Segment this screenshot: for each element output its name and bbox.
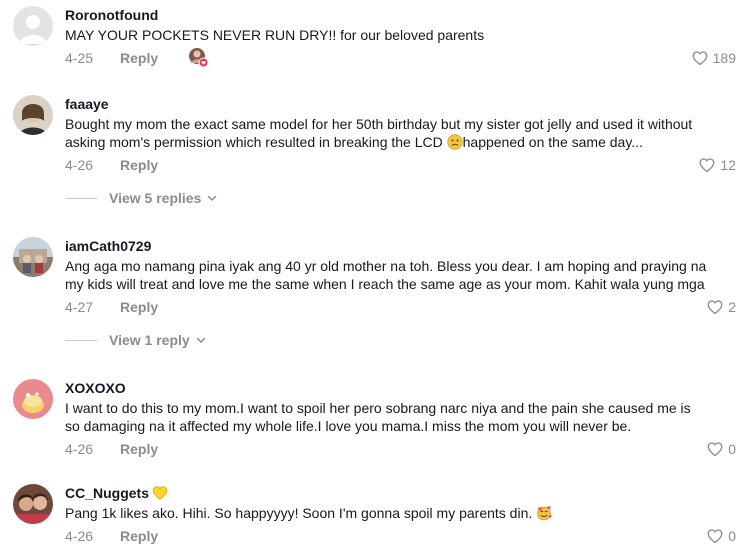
like-count: 2 — [728, 299, 736, 315]
like-count: 0 — [728, 528, 736, 544]
comment-text-segment: asking mom's permission which resulted i… — [65, 134, 447, 150]
chevron-down-icon — [196, 337, 205, 343]
avatar[interactable] — [13, 484, 53, 524]
heart-outline-icon — [692, 51, 708, 66]
reply-button[interactable]: Reply — [120, 157, 158, 173]
like-button[interactable]: 0 — [706, 525, 736, 547]
heart-outline-icon — [707, 300, 723, 315]
comment-text-line: my kids will treat and love me the same … — [65, 276, 705, 292]
replies-divider — [65, 339, 97, 341]
reply-button[interactable]: Reply — [120, 441, 158, 457]
avatar[interactable] — [13, 379, 53, 419]
reply-button[interactable]: Reply — [120, 528, 158, 544]
like-count: 12 — [720, 157, 736, 173]
like-button[interactable]: 12 — [698, 154, 736, 176]
comment-text-line: Bought my mom the exact same model for h… — [65, 116, 693, 132]
like-button[interactable]: 189 — [691, 47, 736, 69]
comment-date: 4-27 — [65, 299, 94, 315]
comment-text-line: so damaging na it affected my whole life… — [65, 418, 632, 434]
comment-date: 4-26 — [65, 441, 94, 457]
replies-divider — [65, 197, 97, 199]
view-replies-label: View 1 reply — [109, 332, 190, 348]
heart-outline-icon — [699, 158, 715, 173]
heart-outline-icon — [707, 529, 723, 544]
sad-face-emoji — [447, 134, 463, 150]
comment-username[interactable]: CC_Nuggets — [65, 484, 736, 502]
comment-username[interactable]: XOXOXO — [65, 379, 736, 397]
comment-text-line: asking mom's permission which resulted i… — [65, 133, 736, 151]
avatar[interactable] — [13, 95, 53, 135]
comment-username[interactable]: Roronotfound — [65, 6, 736, 24]
comment-text: Pang 1k likes ako. Hihi. So happyyyy! So… — [65, 504, 736, 522]
comment-text-line: Ang aga mo namang pina iyak ang 40 yr ol… — [65, 258, 707, 274]
comment-date: 4-26 — [65, 157, 94, 173]
reply-button[interactable]: Reply — [120, 50, 158, 66]
chevron-down-icon — [208, 195, 217, 201]
avatar[interactable] — [13, 6, 53, 46]
view-replies-button[interactable]: View 1 reply — [65, 332, 206, 348]
comment-text-segment: happened on the same day... — [462, 134, 643, 150]
yellow-heart-emoji — [152, 486, 168, 500]
like-count: 0 — [728, 441, 736, 457]
like-button[interactable]: 2 — [706, 296, 736, 318]
comment-username[interactable]: faaaye — [65, 95, 736, 113]
reply-button[interactable]: Reply — [120, 299, 158, 315]
comment-text: MAY YOUR POCKETS NEVER RUN DRY!! for our… — [65, 27, 485, 43]
view-replies-button[interactable]: View 5 replies — [65, 190, 217, 206]
comment-text-line: I want to do this to my mom.I want to sp… — [65, 400, 691, 416]
creator-liked-badge — [188, 47, 210, 69]
comment-username[interactable]: iamCath0729 — [65, 237, 736, 255]
like-button[interactable]: 0 — [706, 438, 736, 460]
smiling-hearts-emoji — [537, 506, 552, 521]
comment-username-text: CC_Nuggets — [65, 485, 150, 501]
like-count: 189 — [712, 50, 736, 66]
heart-outline-icon — [707, 442, 723, 457]
comment-text-segment: Pang 1k likes ako. Hihi. So happyyyy! So… — [65, 505, 537, 521]
avatar[interactable] — [13, 237, 53, 277]
comment-date: 4-25 — [65, 50, 94, 66]
view-replies-label: View 5 replies — [109, 190, 202, 206]
comment-date: 4-26 — [65, 528, 94, 544]
